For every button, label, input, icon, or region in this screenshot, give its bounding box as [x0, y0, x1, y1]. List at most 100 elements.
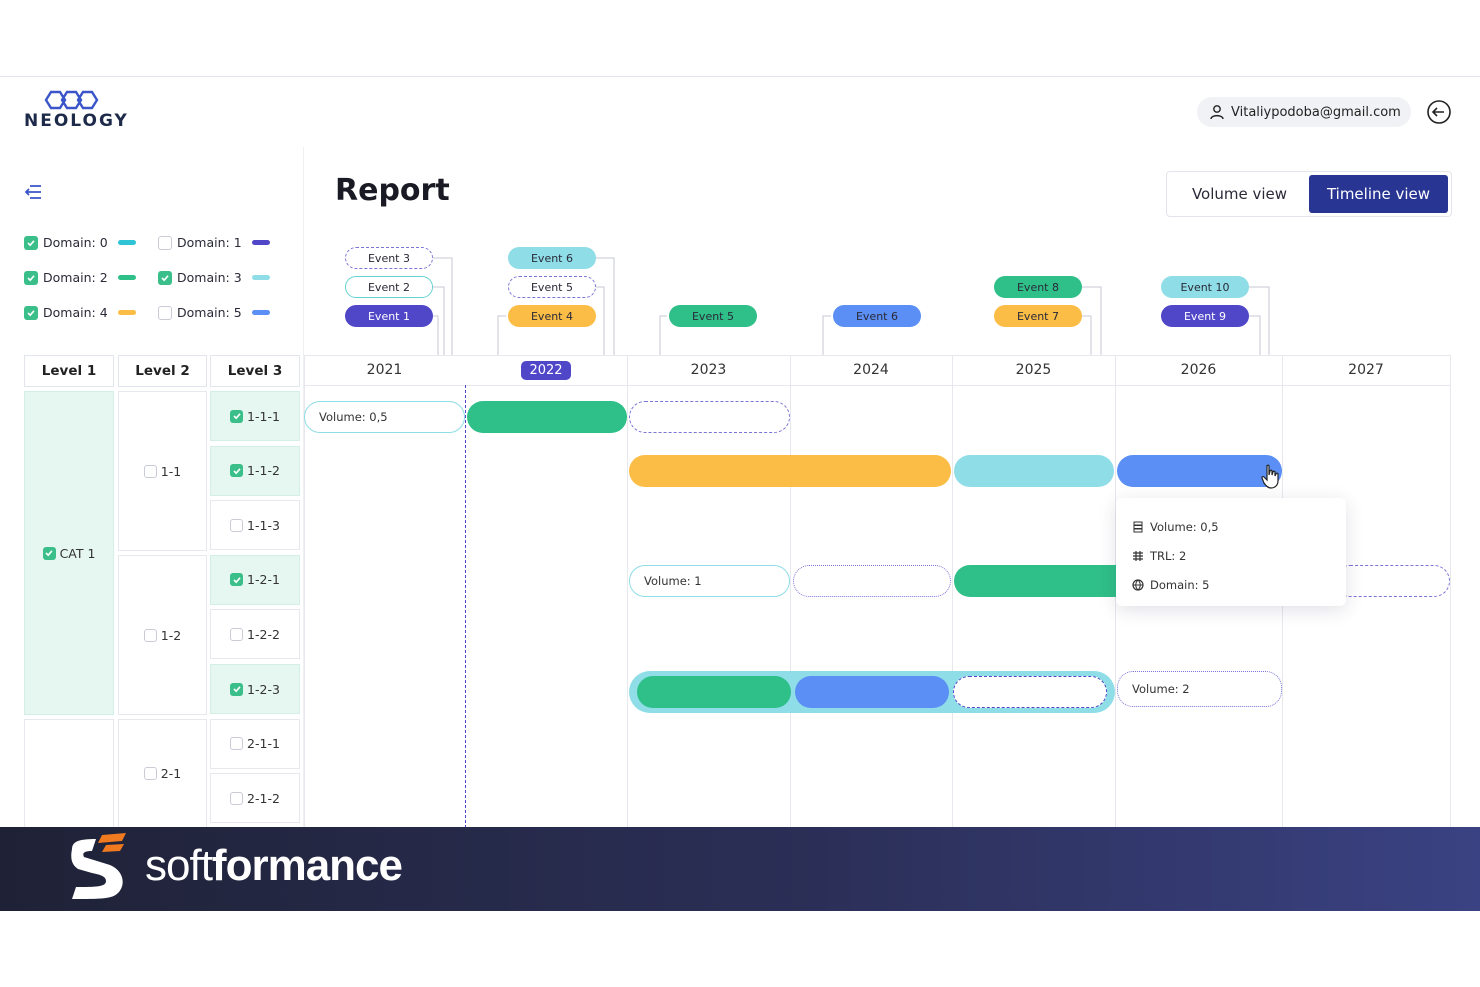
volume-bar-label[interactable]: Volume: 0,5 — [304, 401, 465, 433]
user-account-button[interactable]: Vitaliypodoba@gmail.com — [1197, 97, 1411, 127]
legend-swatch — [251, 310, 270, 315]
legend-checkbox[interactable] — [24, 305, 38, 320]
year-2022-current[interactable]: 2022 — [465, 355, 627, 385]
event-pill[interactable]: Event 3 — [345, 247, 433, 269]
tree-level3-item[interactable]: 2-1-1 — [210, 718, 300, 769]
timeline-bar[interactable] — [467, 401, 627, 433]
user-icon — [1210, 105, 1224, 120]
tree-level1-empty — [24, 719, 114, 828]
tree-label: 1-1-3 — [247, 517, 280, 533]
tree-level3-item[interactable]: 1-2-1 — [210, 554, 300, 605]
softformance-logo-icon — [71, 833, 126, 899]
tree-level3-item[interactable]: 2-1-2 — [210, 773, 300, 824]
event-pill[interactable]: Event 10 — [1161, 276, 1249, 298]
tree-level3-item[interactable]: 1-1-3 — [210, 500, 300, 551]
event-pill[interactable]: Event 4 — [508, 305, 596, 327]
sidebar: Domain: 0 Domain: 1 Domain: 2 Domain: 3 Doma… — [0, 147, 304, 828]
report-panel: Report Volume view Timeline view 2021 20… — [304, 147, 1480, 828]
legend-checkbox[interactable] — [158, 235, 172, 250]
tree-checkbox[interactable] — [230, 791, 244, 805]
grid-line — [952, 355, 953, 828]
tree-level3-item[interactable]: 1-1-2 — [210, 445, 300, 496]
tree-checkbox[interactable] — [230, 573, 244, 587]
tree-checkbox[interactable] — [42, 546, 56, 560]
brand-banner: softformance — [0, 827, 1480, 911]
legend-checkbox[interactable] — [158, 305, 172, 320]
tree-label: 1-1 — [160, 463, 182, 479]
event-pill[interactable]: Event 8 — [994, 276, 1082, 298]
timeline-bar-hovered[interactable] — [1117, 455, 1282, 487]
event-pill[interactable]: Event 5 — [508, 276, 596, 298]
timeline-bar-placeholder[interactable] — [793, 565, 951, 597]
tree-checkbox[interactable] — [230, 737, 244, 751]
legend-label: Domain: 5 — [177, 305, 242, 320]
legend-item[interactable]: Domain: 4 — [24, 305, 136, 320]
tooltip-domain: Domain: 5 — [1150, 577, 1210, 592]
event-pill[interactable]: Event 9 — [1161, 305, 1249, 327]
timeline-bar[interactable] — [954, 455, 1114, 487]
grid-icon — [1133, 550, 1143, 561]
event-pill[interactable]: Event 7 — [994, 305, 1082, 327]
legend-item[interactable]: Domain: 2 — [24, 270, 136, 285]
grid-line — [1450, 355, 1451, 828]
timeline-bar-placeholder[interactable] — [629, 401, 790, 433]
timeline-bar[interactable] — [629, 455, 951, 487]
event-pill[interactable]: Event 6 — [508, 247, 596, 269]
tooltip-domain-row: Domain: 5 — [1132, 570, 1330, 599]
tree-label: 2-1-2 — [247, 790, 280, 806]
event-pill[interactable]: Event 1 — [345, 305, 433, 327]
tree-level2-item[interactable]: 1-2 — [118, 555, 207, 715]
timeline-bar-placeholder[interactable] — [953, 676, 1107, 708]
page-title: Report — [335, 173, 450, 208]
tree-level3-item[interactable]: 1-2-3 — [210, 664, 300, 714]
tree-checkbox[interactable] — [143, 464, 157, 478]
event-pill[interactable]: Event 5 — [669, 305, 757, 327]
tree-checkbox[interactable] — [230, 464, 244, 478]
volume-bar-label[interactable]: Volume: 1 — [629, 565, 790, 597]
tree-label: 1-1-1 — [247, 408, 280, 424]
tree-label: 1-1-2 — [247, 463, 280, 479]
tree-label: 1-2-3 — [247, 681, 280, 697]
legend-checkbox[interactable] — [24, 270, 38, 285]
timeline-bar[interactable] — [795, 676, 949, 708]
tooltip-volume: Volume: 0,5 — [1150, 519, 1219, 534]
tree-label: 1-2-1 — [247, 572, 280, 588]
volume-view-button[interactable]: Volume view — [1170, 175, 1309, 213]
logout-icon[interactable] — [1424, 97, 1454, 127]
legend-checkbox[interactable] — [158, 270, 172, 285]
tree-level3-item[interactable]: 1-2-2 — [210, 609, 300, 660]
legend-item[interactable]: Domain: 0 — [24, 235, 136, 250]
timeline-bar[interactable] — [637, 676, 791, 708]
tree-label: 1-2 — [160, 627, 182, 643]
timeline-view-button[interactable]: Timeline view — [1309, 175, 1448, 213]
collapse-sidebar-icon[interactable] — [22, 181, 44, 203]
timeline-bar[interactable] — [954, 565, 1134, 597]
tree-checkbox[interactable] — [230, 518, 244, 532]
tree-level3-item[interactable]: 1-1-1 — [210, 391, 300, 441]
tree-checkbox[interactable] — [230, 409, 244, 423]
timeline-bar-placeholder[interactable] — [1334, 565, 1450, 597]
legend-swatch — [117, 240, 136, 245]
tree-label: 2-1 — [160, 766, 182, 781]
legend-item[interactable]: Domain: 5 — [158, 305, 270, 320]
logo-text: NEOLOGY — [24, 111, 129, 131]
grid-line — [627, 355, 628, 828]
legend-checkbox[interactable] — [24, 235, 38, 250]
tree-checkbox[interactable] — [230, 682, 244, 696]
legend-item[interactable]: Domain: 1 — [158, 235, 270, 250]
tree-checkbox[interactable] — [230, 627, 244, 641]
tree-level2-item[interactable]: 1-1 — [118, 391, 207, 551]
legend-item[interactable]: Domain: 3 — [158, 270, 270, 285]
event-pill[interactable]: Event 2 — [345, 276, 433, 298]
volume-bar-label[interactable]: Volume: 2 — [1117, 671, 1282, 707]
tree-level2-item[interactable]: 2-1 — [118, 719, 207, 828]
event-pill[interactable]: Event 6 — [833, 305, 921, 327]
tree-checkbox[interactable] — [143, 767, 157, 780]
view-toggle: Volume view Timeline view — [1166, 171, 1452, 217]
header-level-2: Level 2 — [118, 355, 207, 387]
tree-checkbox[interactable] — [143, 628, 157, 642]
tree-level1-item[interactable]: CAT 1 — [24, 391, 114, 715]
hand-cursor-icon — [1261, 464, 1279, 489]
grid-line — [304, 355, 305, 828]
legend-label: Domain: 1 — [177, 235, 242, 250]
